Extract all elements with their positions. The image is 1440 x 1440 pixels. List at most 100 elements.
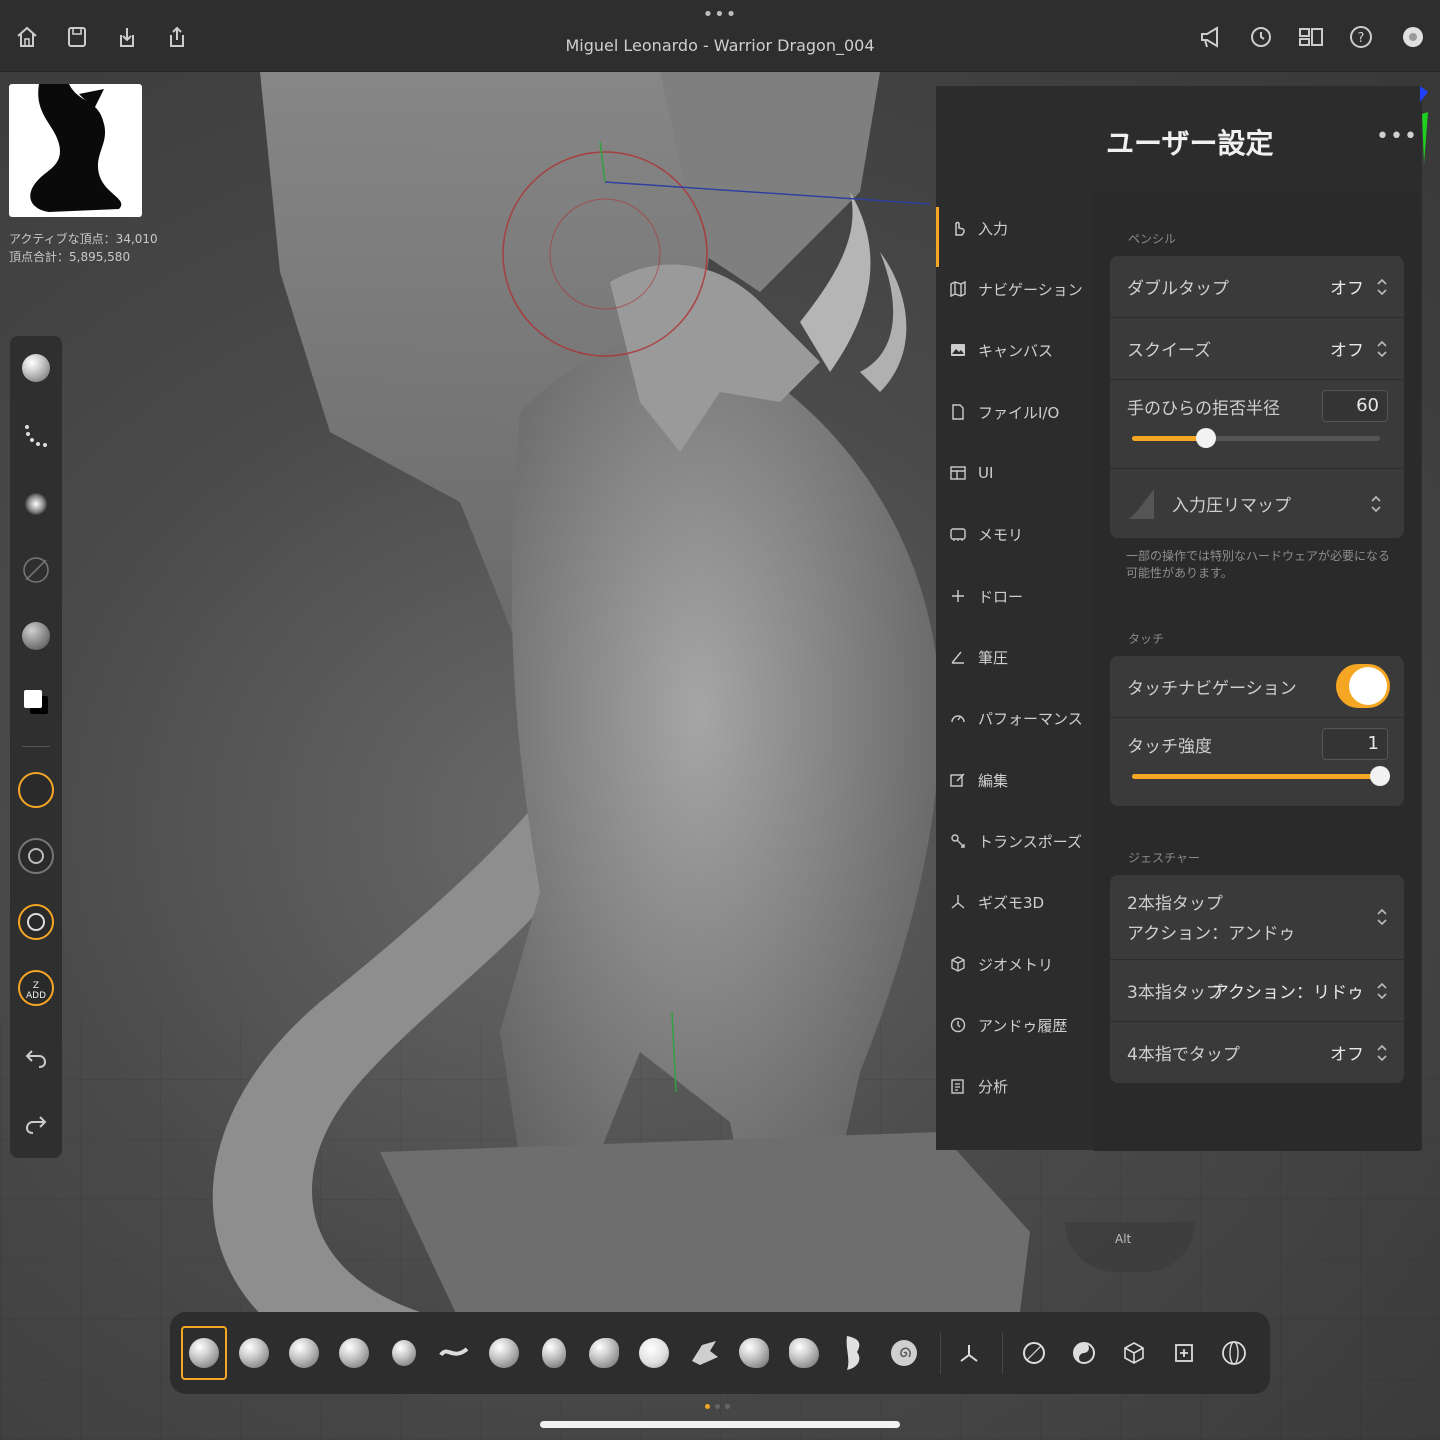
nav-label: アンドゥ履歴 — [978, 1016, 1068, 1035]
stroke-type-icon[interactable] — [16, 416, 56, 456]
brush-pinch-icon[interactable] — [531, 1326, 577, 1380]
double-tap-row[interactable]: ダブルタップ オフ — [1110, 256, 1404, 317]
two-finger-tap-row[interactable]: 2本指タップ アクション：アンドゥ — [1110, 875, 1404, 959]
nav-item-analysis[interactable]: 分析 — [936, 1063, 1094, 1109]
material-icon[interactable] — [16, 616, 56, 656]
nav-label: 入力 — [978, 219, 1009, 238]
touch-strength-input[interactable]: 1 — [1322, 728, 1388, 760]
nav-label: ファイルI/O — [978, 403, 1060, 422]
gizmo-tool-icon[interactable] — [946, 1326, 992, 1380]
axis-indicator[interactable] — [1418, 84, 1430, 164]
hardware-note: 一部の操作では特別なハードウェアが必要になる可能性があります。 — [1126, 549, 1391, 580]
wireframe-cube-icon[interactable] — [1111, 1326, 1157, 1380]
undo-icon[interactable] — [16, 1038, 56, 1078]
edit-icon — [948, 770, 968, 790]
brush-clay-icon[interactable] — [181, 1326, 227, 1380]
nav-item-draw[interactable]: ドロー — [936, 573, 1094, 619]
nav-label: ギズモ3D — [978, 893, 1045, 912]
nav-item-edit[interactable]: 編集 — [936, 757, 1094, 803]
nav-label: 編集 — [978, 771, 1009, 790]
help-icon[interactable]: ? — [1346, 22, 1376, 52]
nav-item-ui[interactable]: UI — [936, 450, 1094, 496]
focal-shift-dial[interactable] — [16, 836, 56, 876]
brush-planar-icon[interactable] — [781, 1326, 827, 1380]
settings-nav: 入力 ナビゲーション キャンバス ファイルI/O UI メモリ ドロー 筆圧 パ… — [936, 191, 1094, 1151]
nav-item-navigation[interactable]: ナビゲーション — [936, 266, 1094, 312]
brush-snakehook-icon[interactable] — [481, 1326, 527, 1380]
nav-item-gizmo-3d[interactable]: ギズモ3D — [936, 879, 1094, 925]
more-dots-icon[interactable]: ••• — [700, 6, 740, 24]
home-indicator — [540, 1421, 900, 1428]
settings-gear-icon[interactable] — [1398, 22, 1428, 52]
nav-item-pressure[interactable]: 筆圧 — [936, 634, 1094, 680]
brush-damstandard-icon[interactable] — [381, 1326, 427, 1380]
brush-mask-icon[interactable] — [681, 1326, 727, 1380]
brush-bar-divider — [940, 1332, 941, 1374]
symmetry-icon[interactable] — [1061, 1326, 1107, 1380]
layout-toggle-icon[interactable] — [1296, 22, 1326, 52]
palm-radius-input[interactable]: 60 — [1322, 390, 1388, 422]
four-finger-tap-row[interactable]: 4本指でタップ オフ — [1110, 1022, 1404, 1083]
updown-chevron-icon — [1377, 982, 1387, 999]
touch-navigation-row: タッチナビゲーション — [1110, 656, 1404, 717]
slider-knob[interactable] — [1196, 428, 1217, 448]
color-swatch-icon[interactable] — [16, 682, 56, 722]
slider-knob[interactable] — [1370, 766, 1390, 786]
nav-item-canvas[interactable]: キャンバス — [936, 327, 1094, 373]
two-finger-tap-label: 2本指タップ — [1127, 894, 1223, 914]
nav-item-input[interactable]: 入力 — [936, 205, 1094, 267]
z-add-toggle[interactable]: Z ADD — [16, 968, 56, 1008]
draw-size-dial[interactable] — [16, 770, 56, 810]
nav-item-undo-history[interactable]: アンドゥ履歴 — [936, 1002, 1094, 1048]
panel-more-icon[interactable]: ••• — [1376, 124, 1418, 149]
touch-strength-slider[interactable] — [1132, 766, 1390, 786]
double-tap-label: ダブルタップ — [1127, 279, 1229, 299]
brush-standard-icon[interactable] — [281, 1326, 327, 1380]
texture-off-icon[interactable] — [16, 550, 56, 590]
nav-item-performance[interactable]: パフォーマンス — [936, 695, 1094, 741]
squeeze-row[interactable]: スクイーズ オフ — [1110, 318, 1404, 379]
brush-spiral-icon[interactable] — [881, 1326, 927, 1380]
three-finger-tap-row[interactable]: 3本指タップ アクション：リドゥ — [1110, 960, 1404, 1021]
nav-label: 分析 — [978, 1077, 1009, 1096]
model-thumbnail[interactable] — [9, 84, 142, 217]
touch-navigation-toggle[interactable] — [1336, 664, 1390, 708]
redo-icon[interactable] — [16, 1104, 56, 1144]
pressure-curve-icon — [1128, 489, 1154, 519]
brush-move-icon[interactable] — [331, 1326, 377, 1380]
plus-icon — [948, 586, 968, 606]
palm-radius-slider[interactable] — [1132, 428, 1380, 448]
section-label-touch: タッチ — [1128, 632, 1165, 646]
brush-clay-buildup-icon[interactable] — [231, 1326, 277, 1380]
updown-chevron-icon — [1371, 495, 1381, 512]
alpha-icon[interactable] — [16, 484, 56, 524]
history-icon — [948, 1015, 968, 1035]
pressure-remap-row[interactable]: 入力圧リマップ — [1110, 469, 1404, 538]
nav-item-geometry[interactable]: ジオメトリ — [936, 941, 1094, 987]
updown-chevron-icon — [1377, 1044, 1387, 1061]
touch-strength-row: タッチ強度 1 — [1110, 718, 1404, 806]
history-icon[interactable] — [1246, 22, 1276, 52]
nav-label: ドロー — [978, 587, 1024, 606]
layout-icon — [948, 463, 968, 483]
slider-fill — [1132, 436, 1207, 441]
brush-curve-icon[interactable] — [431, 1326, 477, 1380]
four-finger-tap-label: 4本指でタップ — [1127, 1045, 1240, 1065]
xray-icon[interactable] — [1211, 1326, 1257, 1380]
brush-selector-icon[interactable] — [16, 348, 56, 388]
frame-add-icon[interactable] — [1161, 1326, 1207, 1380]
intensity-dial[interactable] — [16, 902, 56, 942]
brush-smooth-icon[interactable] — [631, 1326, 677, 1380]
brush-inflate-icon[interactable] — [831, 1326, 877, 1380]
shading-mode-icon[interactable] — [1011, 1326, 1057, 1380]
nav-item-memory[interactable]: メモリ — [936, 511, 1094, 557]
nav-item-transpose[interactable]: トランスポーズ — [936, 818, 1094, 864]
nav-item-file-io[interactable]: ファイルI/O — [936, 389, 1094, 435]
nav-label: UI — [978, 464, 994, 482]
brush-flatten-icon[interactable] — [731, 1326, 777, 1380]
pressure-remap-label: 入力圧リマップ — [1172, 496, 1291, 516]
brush-trimdynamic-icon[interactable] — [581, 1326, 627, 1380]
gauge-icon — [948, 708, 968, 728]
announcement-icon[interactable] — [1196, 22, 1226, 52]
cube-icon — [948, 954, 968, 974]
